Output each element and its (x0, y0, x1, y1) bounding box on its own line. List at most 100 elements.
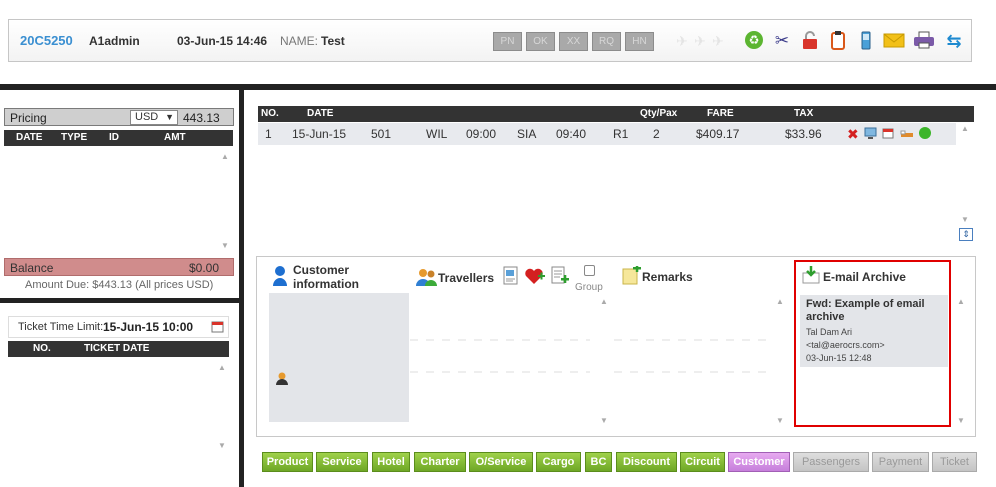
faint-line (614, 371, 774, 373)
pricing-bar: Pricing USD ▼ 443.13 (4, 108, 234, 126)
ticket-time-limit-value: 15-Jun-15 10:00 (103, 320, 194, 334)
health-heart-icon[interactable] (524, 267, 546, 288)
email-list-item[interactable]: Fwd: Example of email archive Tal Dam Ar… (800, 295, 948, 367)
name-label: NAME: (280, 34, 319, 48)
currency-select[interactable]: USD ▼ (130, 110, 178, 125)
ticket-table-header: NO. TICKET DATE (8, 341, 229, 357)
col-no: NO. (261, 108, 279, 119)
ticket-button[interactable]: Ticket (932, 452, 977, 472)
col-no: NO. (33, 343, 51, 354)
email-archive-title: E-mail Archive (823, 270, 906, 284)
oservice-button[interactable]: O/Service (469, 452, 533, 472)
lock-icon[interactable] (799, 30, 821, 52)
top-divider (0, 84, 996, 90)
seg-date: 15-Jun-15 (292, 127, 347, 141)
pricing-total: 443.13 (183, 111, 220, 125)
service-button[interactable]: Service (316, 452, 368, 472)
expand-icon[interactable]: ⇕ (959, 228, 973, 241)
hotel-button[interactable]: Hotel (372, 452, 410, 472)
recycle-icon[interactable]: ♻ (743, 30, 765, 52)
balance-label: Balance (10, 261, 54, 275)
printer-icon[interactable] (913, 30, 935, 52)
status-ok-button[interactable]: OK (526, 32, 555, 51)
col-type: TYPE (61, 132, 88, 143)
col-date: DATE (16, 132, 43, 143)
booking-datetime: 03-Jun-15 14:46 (177, 34, 268, 48)
booking-code[interactable]: 20C5250 (20, 33, 73, 48)
delete-icon[interactable]: ✖ (847, 126, 859, 143)
customer-info-title-line1: Customer (293, 263, 350, 277)
seg-class: R1 (613, 127, 629, 141)
monitor-icon[interactable] (864, 127, 877, 142)
svg-text:♻: ♻ (749, 33, 760, 47)
calendar-icon[interactable] (882, 127, 894, 142)
col-amt: AMT (164, 132, 186, 143)
left-divider (0, 298, 239, 303)
currency-value: USD (135, 111, 159, 123)
plane-icon[interactable]: ✈ (707, 30, 729, 52)
sync-icon[interactable]: ⇆ (943, 30, 965, 52)
remarks-icon (622, 264, 642, 289)
pricing-label: Pricing (10, 111, 47, 125)
mail-icon[interactable] (883, 30, 905, 52)
email-from-address: <tal@aerocrs.com> (806, 340, 885, 350)
ticket-time-limit-label: Ticket Time Limit: (18, 321, 104, 333)
scroll-down-icon[interactable]: ▼ (598, 416, 610, 425)
faint-line (410, 339, 590, 341)
status-hn-button[interactable]: HN (625, 32, 654, 51)
charter-button[interactable]: Charter (414, 452, 466, 472)
segments-scrollbar[interactable]: ▲ ▼ (959, 124, 971, 224)
cargo-button[interactable]: Cargo (536, 452, 581, 472)
scroll-up-icon[interactable]: ▲ (774, 297, 786, 306)
status-rq-button[interactable]: RQ (592, 32, 621, 51)
customer-avatar-icon[interactable] (275, 371, 289, 388)
bed-icon[interactable] (900, 128, 914, 142)
add-document-icon[interactable] (550, 266, 570, 289)
seg-fare: $409.17 (696, 127, 740, 141)
ticket-scrollbar[interactable]: ▲ ▼ (216, 363, 228, 450)
scroll-up-icon[interactable]: ▲ (219, 152, 231, 161)
scroll-up-icon[interactable]: ▲ (959, 124, 971, 133)
travellers-scrollbar[interactable]: ▲ ▼ (598, 297, 610, 425)
add-contact-icon[interactable] (502, 266, 520, 289)
remarks-scrollbar[interactable]: ▲ ▼ (774, 297, 786, 425)
scroll-down-icon[interactable]: ▼ (959, 215, 971, 224)
group-checkbox[interactable] (584, 265, 595, 276)
customer-info-title-line2: information (293, 277, 359, 291)
table-row[interactable]: 1 15-Jun-15 501 WIL 09:00 SIA 09:40 R1 2… (258, 123, 956, 145)
pricing-table-header: DATE TYPE ID AMT (4, 130, 233, 146)
status-xx-button[interactable]: XX (559, 32, 588, 51)
scroll-down-icon[interactable]: ▼ (774, 416, 786, 425)
customer-button[interactable]: Customer (728, 452, 790, 472)
seg-arr: 09:40 (556, 127, 587, 141)
discount-button[interactable]: Discount (616, 452, 677, 472)
clipboard-icon[interactable] (827, 30, 849, 52)
col-qty: Qty/Pax (640, 108, 678, 119)
amount-due-note: Amount Due: $443.13 (All prices USD) (25, 279, 214, 291)
product-button[interactable]: Product (262, 452, 313, 472)
seg-qty: 2 (653, 127, 660, 141)
email-scrollbar[interactable]: ▲ ▼ (955, 297, 967, 425)
customer-info-box[interactable] (269, 293, 409, 422)
scroll-down-icon[interactable]: ▼ (955, 416, 967, 425)
passengers-button[interactable]: Passengers (793, 452, 869, 472)
scroll-down-icon[interactable]: ▼ (219, 241, 231, 250)
pricing-scrollbar[interactable]: ▲ ▼ (219, 152, 231, 250)
circuit-button[interactable]: Circuit (680, 452, 725, 472)
travellers-title: Travellers (438, 271, 495, 285)
scroll-up-icon[interactable]: ▲ (598, 297, 610, 306)
group-label: Group (575, 282, 603, 293)
calendar-icon[interactable] (211, 320, 224, 336)
scissors-icon[interactable]: ✂ (771, 30, 793, 52)
status-green-icon[interactable] (918, 126, 932, 143)
seg-tax: $33.96 (785, 127, 822, 141)
seg-no: 1 (265, 127, 272, 141)
mobile-icon[interactable] (855, 30, 877, 52)
scroll-up-icon[interactable]: ▲ (216, 363, 228, 372)
status-pn-button[interactable]: PN (493, 32, 522, 51)
scroll-down-icon[interactable]: ▼ (216, 441, 228, 450)
payment-button[interactable]: Payment (872, 452, 929, 472)
col-id: ID (109, 132, 119, 143)
scroll-up-icon[interactable]: ▲ (955, 297, 967, 306)
bc-button[interactable]: BC (585, 452, 612, 472)
